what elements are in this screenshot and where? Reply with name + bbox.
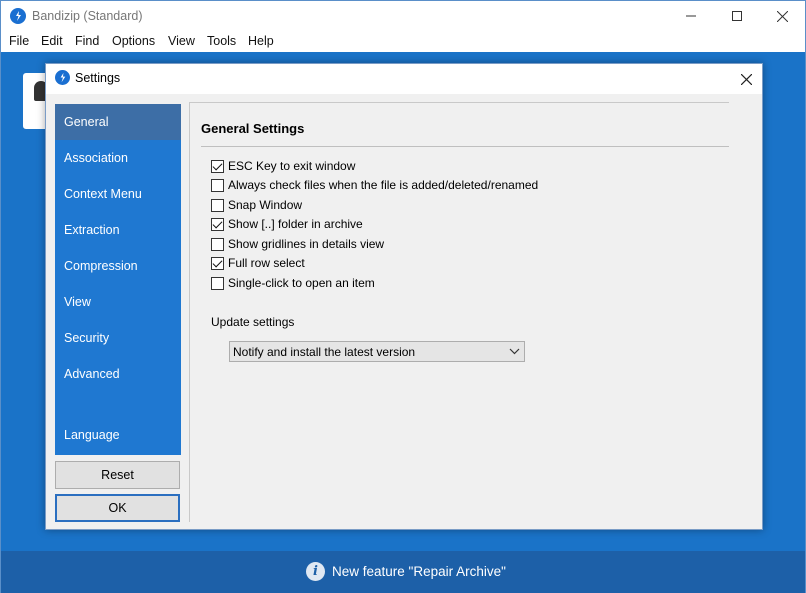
maximize-icon[interactable] xyxy=(714,1,760,31)
checkbox[interactable] xyxy=(211,198,224,212)
checkbox[interactable] xyxy=(211,159,224,173)
option-single-click-open[interactable]: Single-click to open an item xyxy=(211,275,375,291)
info-icon: i xyxy=(306,562,325,581)
option-show-gridlines[interactable]: Show gridlines in details view xyxy=(211,236,384,252)
divider xyxy=(201,146,729,147)
menu-find[interactable]: Find xyxy=(75,34,99,48)
menu-tools[interactable]: Tools xyxy=(207,34,236,48)
option-label: Single-click to open an item xyxy=(228,276,375,290)
checkbox[interactable] xyxy=(211,217,224,231)
new-feature-notice[interactable]: New feature "Repair Archive" xyxy=(332,564,506,579)
option-label: Show [..] folder in archive xyxy=(228,217,363,231)
option-always-check-files[interactable]: Always check files when the file is adde… xyxy=(211,177,538,193)
title-bar: Bandizip (Standard) xyxy=(1,1,805,32)
bandizip-dialog-icon xyxy=(55,70,70,85)
settings-sidebar: General Association Context Menu Extract… xyxy=(55,104,181,455)
option-label: ESC Key to exit window xyxy=(228,159,356,173)
checkbox[interactable] xyxy=(211,276,224,290)
checkbox[interactable] xyxy=(211,237,224,251)
option-full-row-select[interactable]: Full row select xyxy=(211,255,305,271)
close-dialog-icon[interactable] xyxy=(736,69,756,89)
dropdown-value: Notify and install the latest version xyxy=(233,345,416,359)
reset-button[interactable]: Reset xyxy=(55,461,180,489)
status-bar: i New feature "Repair Archive" xyxy=(1,551,805,593)
sidebar-item-general[interactable]: General xyxy=(55,104,181,140)
sidebar-item-advanced[interactable]: Advanced xyxy=(55,356,181,392)
option-esc-exit[interactable]: ESC Key to exit window xyxy=(211,158,355,174)
option-label: Snap Window xyxy=(228,198,303,212)
checkbox[interactable] xyxy=(211,178,224,192)
menu-help[interactable]: Help xyxy=(248,34,274,48)
option-label: Always check files when the file is adde… xyxy=(228,178,539,192)
sidebar-item-context-menu[interactable]: Context Menu xyxy=(55,176,181,212)
checkbox[interactable] xyxy=(211,256,224,270)
option-snap-window[interactable]: Snap Window xyxy=(211,197,302,213)
option-label: Full row select xyxy=(228,256,305,270)
settings-dialog: Settings General Association Context Men… xyxy=(45,63,763,530)
dialog-title: Settings xyxy=(75,71,121,85)
minimize-icon[interactable] xyxy=(668,1,714,31)
ok-button[interactable]: OK xyxy=(55,494,180,522)
window-title: Bandizip (Standard) xyxy=(32,9,143,23)
menu-file[interactable]: File xyxy=(9,34,29,48)
menu-bar: File Edit Find Options View Tools Help xyxy=(1,32,805,52)
general-settings-panel: General Settings ESC Key to exit window … xyxy=(189,102,729,522)
sidebar-item-extraction[interactable]: Extraction xyxy=(55,212,181,248)
sidebar-item-view[interactable]: View xyxy=(55,284,181,320)
menu-options[interactable]: Options xyxy=(112,34,155,48)
sidebar-item-security[interactable]: Security xyxy=(55,320,181,356)
sidebar-item-association[interactable]: Association xyxy=(55,140,181,176)
bandizip-app-icon xyxy=(10,8,26,24)
panel-heading: General Settings xyxy=(201,121,305,136)
update-settings-dropdown[interactable]: Notify and install the latest version xyxy=(229,341,525,362)
sidebar-item-language[interactable]: Language xyxy=(55,417,181,453)
dialog-title-bar: Settings xyxy=(46,64,762,94)
menu-view[interactable]: View xyxy=(168,34,195,48)
option-show-parent-folder[interactable]: Show [..] folder in archive xyxy=(211,216,363,232)
option-label: Show gridlines in details view xyxy=(228,237,385,251)
close-window-icon[interactable] xyxy=(759,1,805,31)
chevron-down-icon xyxy=(509,346,520,360)
sidebar-item-compression[interactable]: Compression xyxy=(55,248,181,284)
menu-edit[interactable]: Edit xyxy=(41,34,63,48)
update-settings-label: Update settings xyxy=(211,315,295,329)
